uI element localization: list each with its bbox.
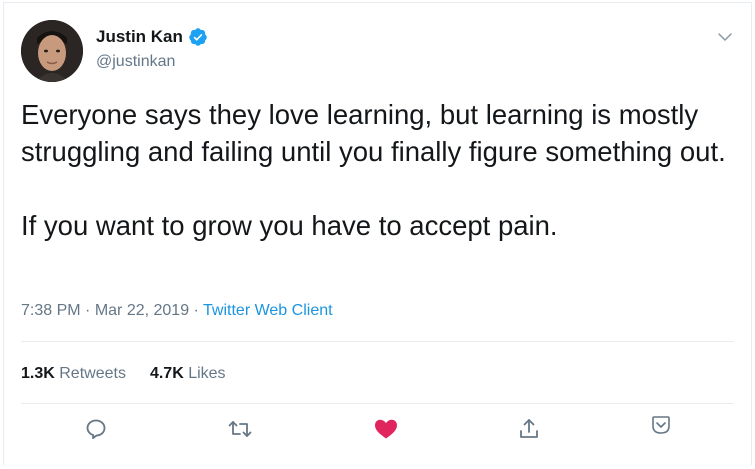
retweet-icon <box>228 421 252 437</box>
divider <box>21 403 734 404</box>
share-button[interactable] <box>515 415 543 443</box>
retweets-stat[interactable]: 1.3K Retweets <box>21 365 126 383</box>
tweet-card: Justin Kan @justinkan Everyone says they… <box>3 2 752 465</box>
reply-button[interactable] <box>82 415 110 443</box>
meta-separator-2: · <box>189 302 204 319</box>
share-icon <box>520 419 538 438</box>
author-name-row[interactable]: Justin Kan <box>96 27 208 47</box>
tweet-text: Everyone says they love learning, but le… <box>21 99 726 241</box>
likes-label: Likes <box>188 365 226 382</box>
tweet-actions <box>4 415 751 455</box>
tweet-client-link[interactable]: Twitter Web Client <box>203 302 333 319</box>
tweet-meta: 7:38 PM · Mar 22, 2019 · Twitter Web Cli… <box>21 302 333 320</box>
likes-stat[interactable]: 4.7K Likes <box>150 365 226 383</box>
author-display-name[interactable]: Justin Kan <box>96 27 183 47</box>
retweets-count: 1.3K <box>21 365 55 382</box>
heart-icon <box>375 419 397 439</box>
meta-separator: · <box>80 302 95 319</box>
avatar[interactable] <box>21 20 83 82</box>
tweet-date[interactable]: Mar 22, 2019 <box>95 302 189 319</box>
reply-icon <box>86 419 106 439</box>
more-options-button[interactable] <box>647 411 675 439</box>
chevron-down-icon[interactable] <box>717 29 733 45</box>
like-button[interactable] <box>372 415 400 443</box>
author-handle[interactable]: @justinkan <box>96 53 175 71</box>
verified-badge-icon <box>188 27 208 47</box>
chevron-down-box-icon <box>652 416 670 434</box>
retweet-button[interactable] <box>226 415 254 443</box>
tweet-time[interactable]: 7:38 PM <box>21 302 81 319</box>
tweet-stats: 1.3K Retweets 4.7K Likes <box>21 365 226 383</box>
divider <box>21 341 734 342</box>
retweets-label: Retweets <box>59 365 126 382</box>
likes-count: 4.7K <box>149 365 184 382</box>
